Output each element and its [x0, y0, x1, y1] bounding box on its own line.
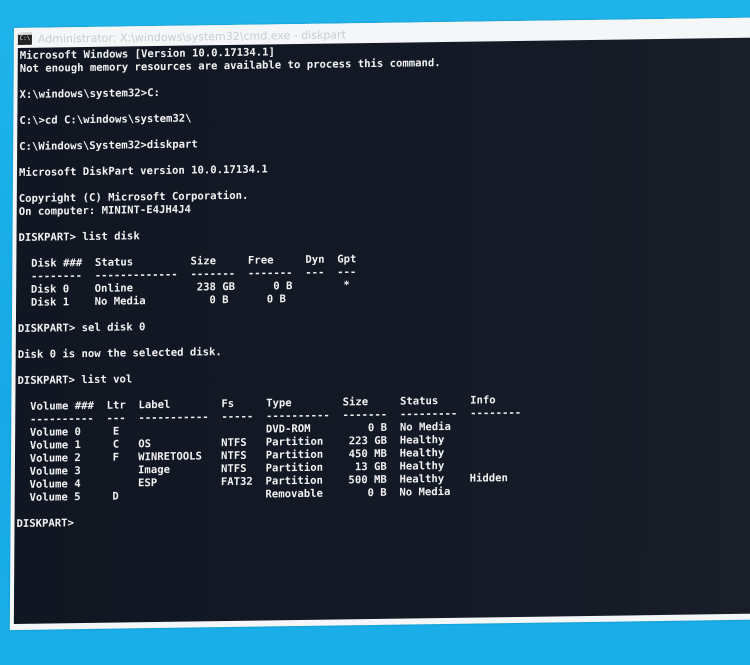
console-output[interactable]: Microsoft Windows [Version 10.0.17134.1]… — [13, 37, 750, 625]
cmd-icon: C:\ — [17, 32, 32, 45]
cmd-window[interactable]: C:\ Administrator: X:\windows\system32\c… — [9, 17, 750, 631]
window-title: Administrator: X:\windows\system32\cmd.e… — [37, 27, 346, 46]
